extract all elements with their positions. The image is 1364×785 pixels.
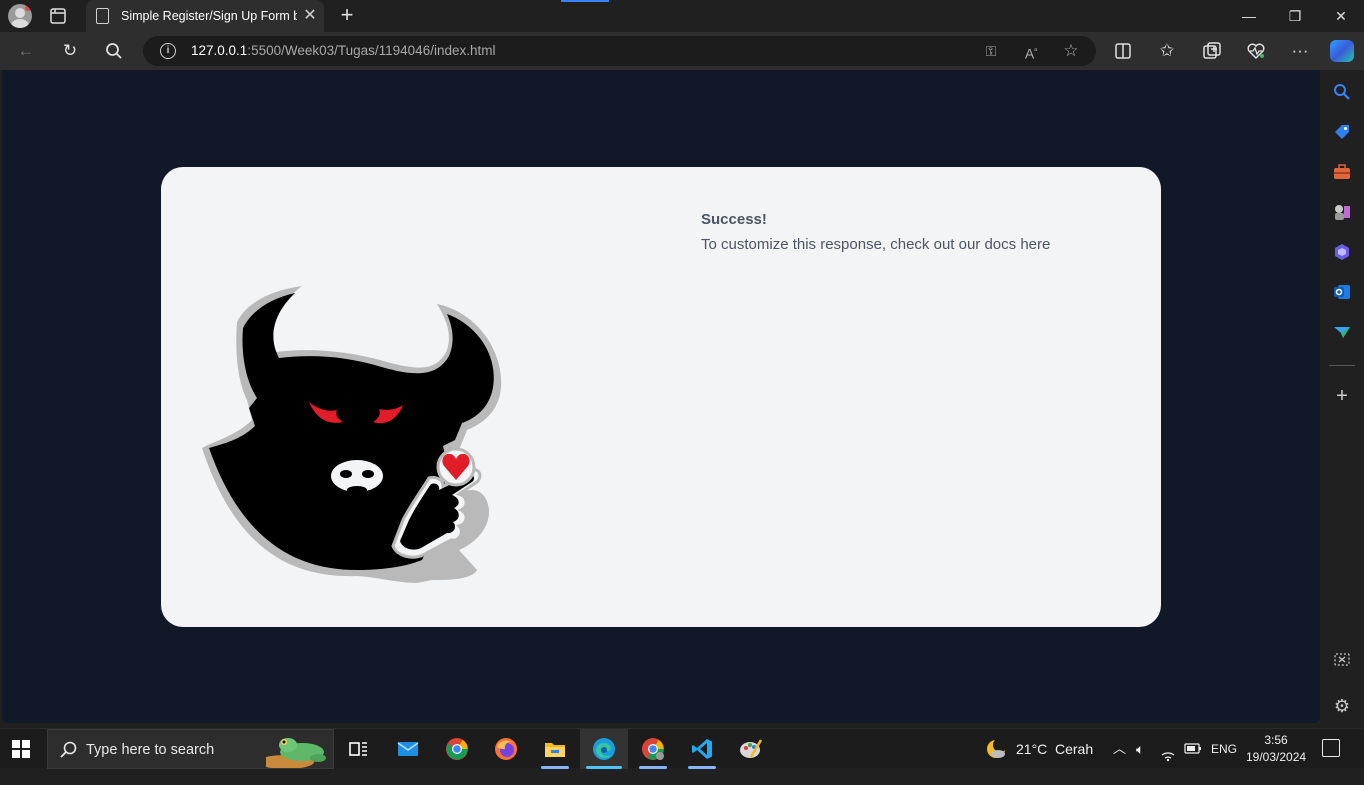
browser-tab-active[interactable]: Simple Register/Sign Up Form by ✕ — [86, 0, 324, 32]
split-screen-icon[interactable] — [1111, 39, 1135, 63]
window-accent — [561, 0, 609, 2]
weather-moon-icon[interactable] — [985, 738, 1007, 760]
sidebar-shopping-icon[interactable] — [1332, 122, 1352, 142]
taskbar-search-box[interactable]: Type here to search — [47, 729, 334, 769]
sidebar-copilot-app-icon[interactable] — [1332, 242, 1352, 262]
clock-date: 19/03/2024 — [1246, 750, 1307, 764]
taskbar-clock[interactable]: 3:56 19/03/2024 — [1246, 732, 1306, 766]
close-window-icon[interactable]: ✕ — [1318, 0, 1364, 32]
search-icon — [58, 739, 80, 761]
taskbar-paint-app[interactable] — [727, 729, 775, 769]
taskbar-firefox-app[interactable] — [482, 729, 530, 769]
refresh-icon[interactable]: ↻ — [58, 39, 82, 63]
read-aloud-icon[interactable]: Aᵃ — [1020, 40, 1042, 62]
network-icon[interactable] — [1160, 729, 1176, 769]
notification-center-icon[interactable] — [1322, 739, 1340, 757]
browser-essentials-icon[interactable] — [1244, 39, 1268, 63]
taskbar-vscode-app[interactable] — [678, 729, 726, 769]
success-card: Success! To customize this response, che… — [161, 167, 1161, 627]
favorites-icon[interactable]: ✩ — [1155, 39, 1179, 63]
tab-actions-icon[interactable] — [46, 6, 70, 26]
collections-icon[interactable] — [1200, 39, 1224, 63]
show-hidden-icons[interactable]: ︿ — [1113, 729, 1126, 769]
close-tab-icon[interactable]: ✕ — [300, 6, 320, 26]
windows-taskbar: Type here to search 21°C Cerah ︿ 🔈︎ ENG … — [0, 728, 1364, 769]
url-text[interactable]: 127.0.0.1:5500/Week03/Tugas/1194046/inde… — [191, 43, 495, 58]
favorite-star-icon[interactable]: ☆ — [1060, 40, 1082, 62]
sidebar-outlook-icon[interactable] — [1332, 282, 1352, 302]
sidebar-separator — [1329, 365, 1355, 366]
more-options-icon[interactable]: ··· — [1288, 39, 1312, 63]
taskbar-chrome-app[interactable] — [433, 729, 481, 769]
weather-condition[interactable]: Cerah — [1055, 729, 1093, 769]
sidebar-games-icon[interactable] — [1332, 202, 1352, 222]
sidebar-send-icon[interactable] — [1332, 322, 1352, 342]
bull-mascot-image — [202, 286, 502, 583]
success-message-block: Success! To customize this response, che… — [701, 210, 1141, 256]
search-placeholder: Type here to search — [86, 742, 215, 758]
task-view-button[interactable] — [334, 729, 382, 769]
success-title: Success! — [701, 211, 767, 228]
window-controls: — ❐ ✕ — [1226, 0, 1364, 32]
input-language[interactable]: ENG — [1211, 729, 1237, 769]
profile-avatar-icon[interactable] — [8, 4, 32, 28]
sidebar-screenshot-icon[interactable] — [1332, 650, 1352, 670]
page-favicon-icon — [96, 8, 109, 24]
browser-toolbar: ← ↻ i 127.0.0.1:5500/Week03/Tugas/119404… — [0, 32, 1364, 70]
search-icon[interactable] — [102, 39, 126, 63]
sidebar-search-icon[interactable] — [1332, 82, 1352, 102]
search-highlight-frog-icon — [266, 738, 326, 768]
sidebar-settings-icon[interactable]: ⚙ — [1332, 696, 1352, 716]
back-icon[interactable]: ← — [14, 39, 38, 63]
sidebar-add-icon[interactable]: + — [1332, 386, 1352, 406]
copilot-icon[interactable] — [1330, 40, 1354, 62]
taskbar-edge-app[interactable] — [580, 729, 628, 769]
volume-icon[interactable]: 🔈︎ — [1136, 729, 1144, 769]
password-key-icon[interactable]: ⚿ — [980, 40, 1002, 62]
taskbar-mail-app[interactable] — [384, 729, 432, 769]
clock-time: 3:56 — [1264, 733, 1288, 747]
weather-temperature[interactable]: 21°C — [1016, 729, 1047, 769]
battery-icon[interactable] — [1184, 729, 1202, 769]
site-info-icon[interactable]: i — [160, 43, 176, 59]
windows-start-icon[interactable] — [12, 740, 30, 758]
address-bar[interactable]: i 127.0.0.1:5500/Week03/Tugas/1194046/in… — [143, 36, 1096, 66]
success-message: To customize this response, check out ou… — [701, 236, 1051, 253]
taskbar-chrome-profile-app[interactable] — [629, 729, 677, 769]
sidebar-tools-icon[interactable] — [1332, 162, 1352, 182]
new-tab-button[interactable]: + — [336, 4, 358, 28]
taskbar-file-explorer-app[interactable] — [531, 729, 579, 769]
edge-sidebar: + ⚙ — [1320, 70, 1364, 723]
restore-icon[interactable]: ❐ — [1272, 0, 1318, 32]
minimize-icon[interactable]: — — [1226, 0, 1272, 32]
page-viewport: Success! To customize this response, che… — [2, 70, 1320, 723]
title-bar: Simple Register/Sign Up Form by ✕ + — ❐ … — [0, 0, 1364, 32]
tab-title: Simple Register/Sign Up Form by — [121, 9, 297, 23]
